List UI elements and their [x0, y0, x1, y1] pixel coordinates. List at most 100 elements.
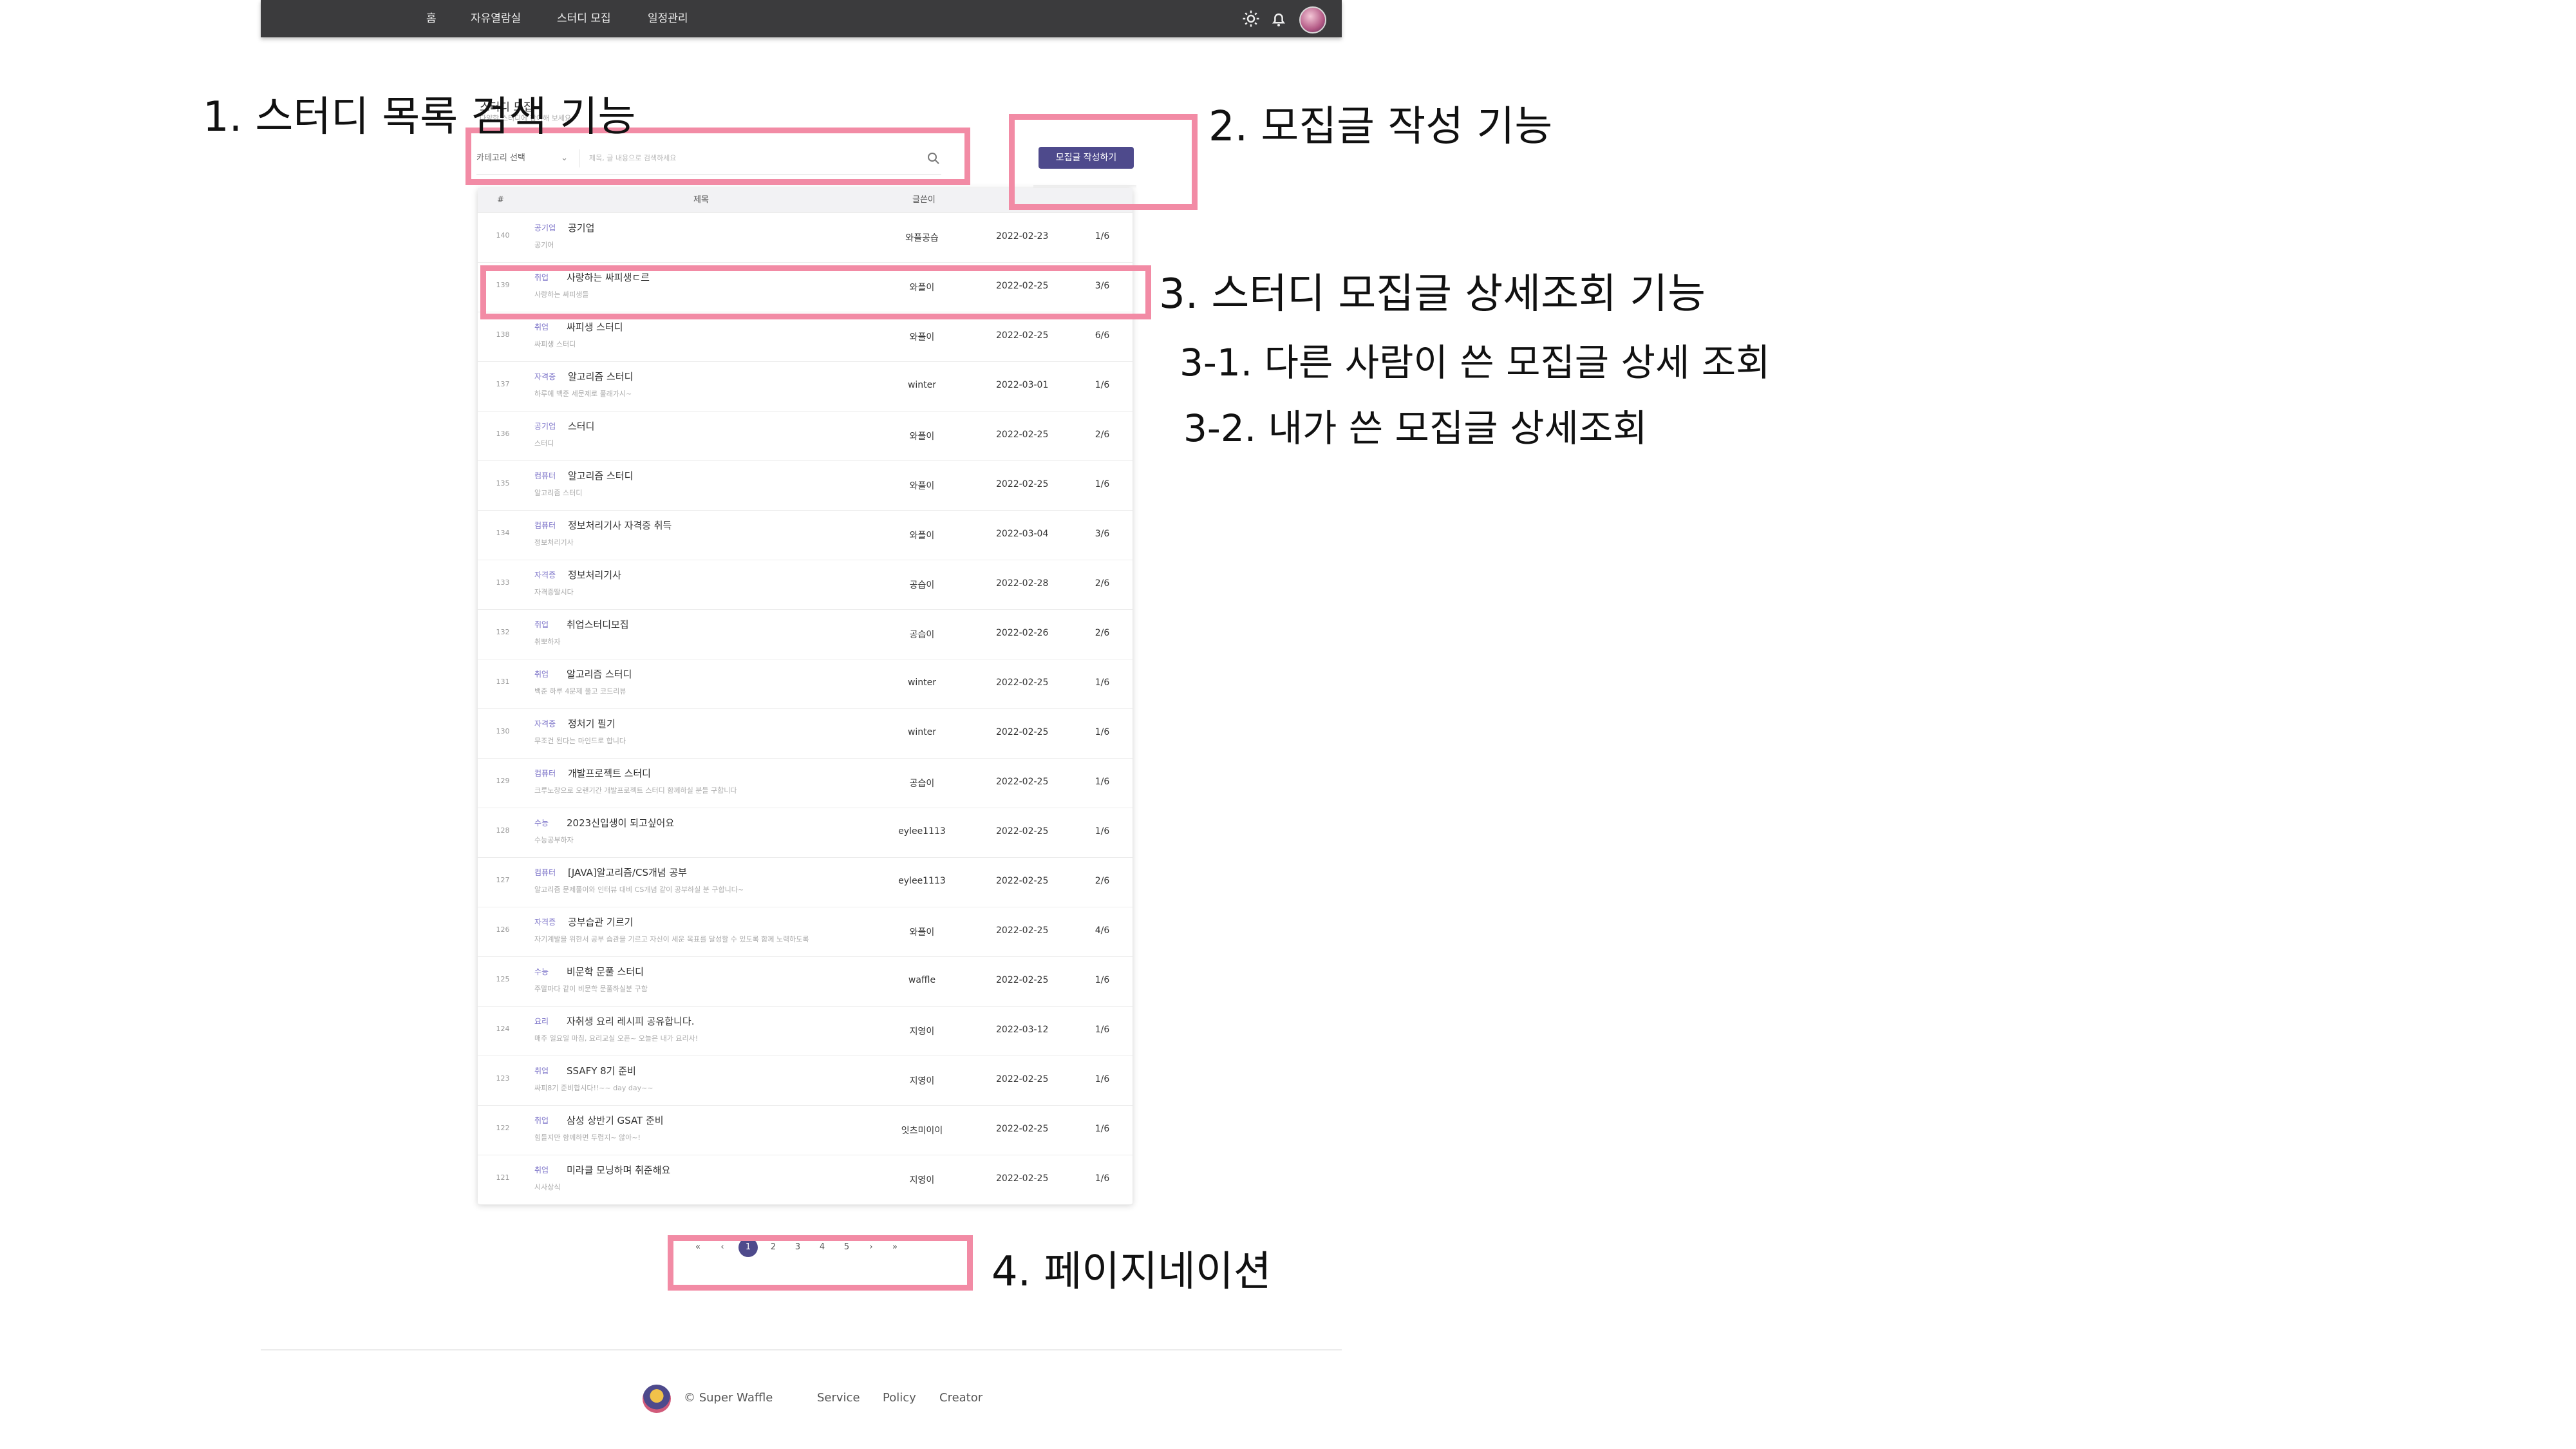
row-description: 정보처리기사	[534, 538, 574, 547]
row-title[interactable]: 공기업	[568, 221, 594, 234]
row-author: 지영이	[909, 1027, 935, 1037]
row-author: winter	[907, 677, 937, 688]
row-category-badge: 공기업	[534, 422, 556, 431]
table-row[interactable]: 129 컴퓨터 개발프로젝트 스터디 크루노창으로 오랜기간 개발프로젝트 스터디 함…	[478, 758, 1133, 808]
row-category-badge: 자격증	[534, 571, 556, 580]
nav-free-reading-room[interactable]: 자유열람실	[471, 0, 521, 37]
row-title[interactable]: 비문학 문풀 스터디	[567, 965, 644, 978]
table-row[interactable]: 128 수능 2023신입생이 되고싶어요 수능공부하자 eylee1113 2022-0…	[478, 808, 1133, 858]
annotation-write: 2. 모집글 작성 기능	[1208, 103, 1553, 151]
table-row[interactable]: 124 요리 자취생 요리 레시피 공유합니다. 매주 일요일 마침, 요리교실 오픈…	[478, 1006, 1133, 1056]
sun-icon[interactable]	[1241, 9, 1261, 28]
row-title[interactable]: SSAFY 8기 준비	[567, 1064, 636, 1077]
row-number: 129	[496, 777, 510, 785]
row-title[interactable]: 공부습관 기르기	[568, 915, 633, 929]
row-capacity: 1/6	[1095, 479, 1110, 489]
footer-link-service[interactable]: Service	[817, 1391, 860, 1405]
table-row[interactable]: 133 자격증 정보처리기사 자격증딸시다 공습이 2022-02-28 2/6	[478, 560, 1133, 610]
row-author: winter	[907, 727, 937, 737]
table-row[interactable]: 123 취업 SSAFY 8기 준비 싸피8기 준비합시다!!~~ day day~~…	[478, 1056, 1133, 1106]
row-title[interactable]: 자취생 요리 레시피 공유합니다.	[567, 1014, 694, 1028]
row-category-badge: 공기업	[534, 223, 556, 232]
row-capacity: 1/6	[1095, 975, 1110, 985]
table-row[interactable]: 125 수능 비문학 문풀 스터디 주말마다 같이 비문학 문풀하실분 구함 waffl…	[478, 956, 1133, 1007]
row-capacity: 1/6	[1095, 1025, 1110, 1035]
row-author: 와플이	[909, 332, 935, 343]
row-title[interactable]: 스터디	[568, 419, 594, 433]
table-row[interactable]: 132 취업 취업스터디모집 취뽀하자 공습이 2022-02-26 2/6	[478, 609, 1133, 659]
row-number: 136	[496, 430, 510, 438]
nav-schedule[interactable]: 일정관리	[648, 0, 688, 37]
header-title: 제목	[693, 195, 709, 205]
row-date: 2022-02-25	[996, 975, 1049, 985]
row-title[interactable]: 정보처리기사	[568, 568, 621, 582]
table-row[interactable]: 140 공기업 공기업 공기어 와플공습 2022-02-23 1/6	[478, 213, 1133, 263]
row-author: 공습이	[909, 779, 935, 789]
row-capacity: 1/6	[1095, 826, 1110, 837]
row-title[interactable]: 삼성 상반기 GSAT 준비	[567, 1113, 664, 1127]
row-number: 122	[496, 1124, 510, 1132]
row-title[interactable]: 취업스터디모집	[567, 618, 629, 631]
table-row[interactable]: 136 공기업 스터디 스터디 와플이 2022-02-25 2/6	[478, 411, 1133, 461]
row-category-badge: 수능	[534, 967, 549, 976]
row-author: eylee1113	[898, 826, 946, 837]
row-title[interactable]: 미라클 모닝하며 취준해요	[567, 1163, 670, 1177]
row-title[interactable]: 정보처리기사 자격증 취득	[568, 518, 672, 532]
table-row[interactable]: 127 컴퓨터 [JAVA]알고리즘/CS개념 공부 알고리즘 문제풀이와 인터뷰 대…	[478, 857, 1133, 907]
row-author: 와플이	[909, 431, 935, 442]
footer-copyright: © Super Waffle	[684, 1391, 773, 1405]
annotation-detail-mine: 3-2. 내가 쓴 모집글 상세조회	[1183, 406, 1648, 450]
avatar[interactable]	[1299, 6, 1326, 33]
table-row[interactable]: 122 취업 삼성 상반기 GSAT 준비 힘들지만 함께하면 두렵지~ 않아~! 잇츠…	[478, 1105, 1133, 1155]
row-category-badge: 취업	[534, 1166, 549, 1175]
row-title[interactable]: 알고리즘 스터디	[568, 370, 633, 383]
row-title[interactable]: 싸피생 스터디	[567, 320, 623, 334]
row-capacity: 6/6	[1095, 330, 1110, 341]
row-capacity: 1/6	[1095, 677, 1110, 688]
footer-link-policy[interactable]: Policy	[883, 1391, 916, 1405]
row-category-badge: 자격증	[534, 719, 556, 728]
row-capacity: 1/6	[1095, 777, 1110, 787]
row-title[interactable]: 알고리즘 스터디	[567, 667, 632, 681]
table-row[interactable]: 134 컴퓨터 정보처리기사 자격증 취득 정보처리기사 와플이 2022-03-04 3/…	[478, 510, 1133, 560]
row-description: 알고리즘 문제풀이와 인터뷰 대비 CS개념 같이 공부하실 분 구합니다~	[534, 886, 744, 894]
row-date: 2022-03-12	[996, 1025, 1049, 1035]
row-category-badge: 취업	[534, 1066, 549, 1075]
study-board-table: # 제목 글쓴이 140 공기업 공기업 공기어 와플공습 2022-02-23 1/6 13…	[478, 188, 1133, 1205]
table-row[interactable]: 135 컴퓨터 알고리즘 스터디 알고리즘 스터디 와플이 2022-02-25 1/6	[478, 460, 1133, 511]
row-title[interactable]: [JAVA]알고리즘/CS개념 공부	[568, 866, 687, 879]
row-title[interactable]: 개발프로젝트 스터디	[568, 766, 651, 780]
row-capacity: 1/6	[1095, 1124, 1110, 1134]
table-row[interactable]: 130 자격증 정처기 필기 무조건 된다는 마인드로 합니다 winter 2022-0…	[478, 708, 1133, 759]
annotation-box-write	[1009, 114, 1198, 210]
row-category-badge: 컴퓨터	[534, 521, 556, 530]
annotation-search: 1. 스터디 목록 검색 기능	[203, 93, 636, 141]
row-number: 125	[496, 975, 510, 983]
table-row[interactable]: 121 취업 미라클 모닝하며 취준해요 시사상식 지영이 2022-02-25 1/6	[478, 1155, 1133, 1205]
row-category-badge: 요리	[534, 1017, 549, 1026]
row-title[interactable]: 알고리즘 스터디	[568, 469, 633, 482]
row-capacity: 3/6	[1095, 529, 1110, 539]
header-author: 글쓴이	[912, 195, 935, 205]
row-description: 공기어	[534, 241, 554, 249]
bell-icon[interactable]	[1269, 9, 1288, 28]
row-category-badge: 수능	[534, 819, 549, 828]
row-author: 지영이	[909, 1076, 935, 1086]
row-title[interactable]: 정처기 필기	[568, 717, 616, 730]
footer-link-creator[interactable]: Creator	[939, 1391, 982, 1405]
row-number: 138	[496, 330, 510, 339]
row-author: 공습이	[909, 630, 935, 640]
nav-study-recruit[interactable]: 스터디 모집	[557, 0, 611, 37]
row-author: 와플이	[909, 481, 935, 491]
table-row[interactable]: 131 취업 알고리즘 스터디 백준 하루 4문제 풀고 코드리뷰 winter 2022…	[478, 659, 1133, 709]
nav-home[interactable]: 홈	[426, 0, 437, 37]
row-description: 자기계발을 위한서 공부 습관을 기르고 자신이 세운 목표를 달성할 수 있도…	[534, 935, 809, 943]
table-row[interactable]: 137 자격증 알고리즘 스터디 하루에 백준 세문제로 풀래가시~ winter 202…	[478, 361, 1133, 412]
table-row[interactable]: 126 자격증 공부습관 기르기 자기계발을 위한서 공부 습관을 기르고 자신이 세…	[478, 907, 1133, 957]
row-number: 137	[496, 380, 510, 388]
row-description: 취뽀하자	[534, 638, 561, 646]
row-description: 주말마다 같이 비문학 문풀하실분 구함	[534, 985, 648, 993]
row-title[interactable]: 2023신입생이 되고싶어요	[567, 816, 674, 829]
row-category-badge: 컴퓨터	[534, 769, 556, 778]
row-author: 와플공습	[905, 233, 939, 243]
